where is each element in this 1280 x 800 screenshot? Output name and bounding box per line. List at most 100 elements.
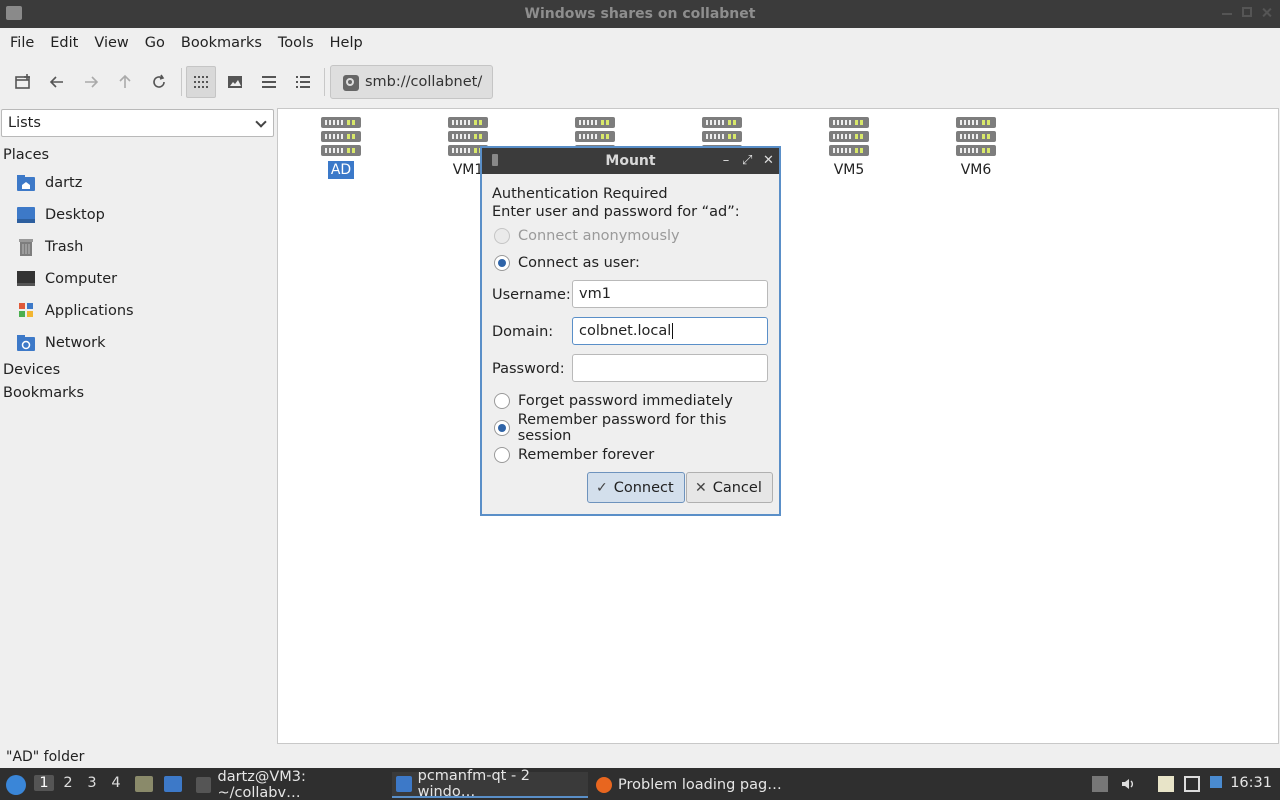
- sidebar-item-home[interactable]: dartz: [16, 169, 82, 197]
- menu-file[interactable]: File: [2, 35, 42, 51]
- desktop-icon: [16, 206, 36, 224]
- forget-password-radio[interactable]: Forget password immediately: [494, 391, 733, 411]
- close-icon: ✕: [695, 479, 707, 496]
- menu-tools[interactable]: Tools: [270, 35, 322, 51]
- window-title: Windows shares on collabnet: [524, 6, 756, 22]
- volume-icon[interactable]: [1120, 776, 1136, 792]
- clipboard-icon[interactable]: [1158, 776, 1174, 792]
- connect-anonymously-radio[interactable]: Connect anonymously: [494, 226, 680, 246]
- minimize-button[interactable]: [1222, 7, 1232, 15]
- workspace-1[interactable]: 1: [34, 775, 54, 791]
- file-manager-launcher-icon[interactable]: [135, 776, 153, 792]
- window-titlebar[interactable]: Windows shares on collabnet: [0, 0, 1280, 28]
- task-browser[interactable]: Problem loading pag…: [592, 772, 788, 798]
- sidebar-item-label: Desktop: [45, 207, 105, 223]
- places-header[interactable]: Places: [3, 147, 49, 163]
- password-label: Password:: [492, 361, 565, 377]
- dialog-minimize-button[interactable]: –: [721, 154, 731, 167]
- firefox-icon: [596, 777, 612, 793]
- auth-prompt: Enter user and password for “ad”:: [492, 204, 740, 220]
- start-menu-icon[interactable]: [6, 775, 26, 795]
- forward-arrow-icon[interactable]: [76, 66, 106, 98]
- connect-button[interactable]: ✓ Connect: [587, 472, 685, 503]
- sidebar-item-desktop[interactable]: Desktop: [16, 201, 105, 229]
- server-icon: [956, 117, 996, 157]
- icon-view-icon[interactable]: [186, 66, 216, 98]
- taskbar: 1 2 3 4 dartz@VM3: ~/collabv… pcmanfm-qt…: [0, 768, 1280, 800]
- network-icon[interactable]: [1184, 776, 1200, 792]
- clock[interactable]: 16:31: [1230, 775, 1272, 791]
- home-folder-icon: [16, 174, 36, 192]
- task-terminal[interactable]: dartz@VM3: ~/collabv…: [192, 769, 388, 800]
- radio-indicator: [494, 447, 510, 463]
- sidebar-item-label: Applications: [45, 303, 134, 319]
- thumbnail-view-icon[interactable]: [220, 66, 250, 98]
- workspace-4[interactable]: 4: [106, 775, 126, 791]
- remember-forever-radio[interactable]: Remember forever: [494, 445, 654, 465]
- radio-indicator: [494, 393, 510, 409]
- workspace-3[interactable]: 3: [82, 775, 102, 791]
- sidebar: Lists Places dartz Desktop Trash Compute…: [0, 107, 276, 747]
- share-item[interactable]: VM6: [936, 117, 1016, 179]
- sidebar-item-trash[interactable]: Trash: [16, 233, 83, 261]
- sidebar-item-applications[interactable]: Applications: [16, 297, 134, 325]
- sidebar-item-computer[interactable]: Computer: [16, 265, 117, 293]
- path-button[interactable]: smb://collabnet/: [330, 65, 494, 99]
- username-value: vm1: [579, 286, 611, 302]
- network-folder-icon: [16, 334, 36, 352]
- sidebar-item-label: Network: [45, 335, 106, 351]
- new-tab-icon[interactable]: [8, 66, 38, 98]
- menu-view[interactable]: View: [86, 35, 136, 51]
- sidebar-item-network[interactable]: Network: [16, 329, 106, 357]
- cancel-button[interactable]: ✕ Cancel: [686, 472, 773, 503]
- folder-icon: [396, 776, 412, 792]
- checkmark-icon: ✓: [596, 479, 608, 496]
- bookmarks-header[interactable]: Bookmarks: [3, 385, 84, 401]
- menubar: File Edit View Go Bookmarks Tools Help: [0, 28, 1280, 58]
- dialog-maximize-button[interactable]: ⤢: [742, 154, 752, 167]
- up-arrow-icon[interactable]: [110, 66, 140, 98]
- dialog-titlebar[interactable]: Mount – ⤢ ✕: [482, 148, 779, 174]
- menu-help[interactable]: Help: [322, 35, 371, 51]
- updates-icon[interactable]: [1092, 776, 1108, 792]
- maximize-button[interactable]: [1242, 7, 1252, 17]
- radio-label: Remember password for this session: [517, 412, 727, 444]
- applications-icon: [16, 302, 36, 320]
- notification-icon[interactable]: [1210, 776, 1222, 788]
- menu-go[interactable]: Go: [137, 35, 173, 51]
- show-desktop-icon[interactable]: [164, 776, 182, 792]
- menu-edit[interactable]: Edit: [42, 35, 86, 51]
- sidebar-mode-select[interactable]: Lists: [1, 109, 274, 137]
- domain-field[interactable]: colbnet.local: [572, 317, 768, 345]
- close-button[interactable]: [1262, 7, 1272, 17]
- radio-label: Connect as user:: [518, 255, 640, 271]
- connect-as-user-radio[interactable]: Connect as user:: [494, 253, 640, 273]
- compact-view-icon[interactable]: [254, 66, 284, 98]
- sidebar-item-label: dartz: [45, 175, 83, 191]
- devices-header[interactable]: Devices: [3, 362, 60, 378]
- share-item[interactable]: AD: [301, 117, 381, 179]
- workspace-2[interactable]: 2: [58, 775, 78, 791]
- task-file-manager[interactable]: pcmanfm-qt - 2 windo…: [392, 768, 588, 800]
- password-field[interactable]: [572, 354, 768, 382]
- detailed-list-view-icon[interactable]: [288, 66, 318, 98]
- username-label: Username:: [492, 287, 571, 303]
- network-share-icon: [343, 75, 359, 91]
- domain-value: colbnet.local: [579, 323, 672, 339]
- connect-label: Connect: [613, 479, 674, 496]
- toolbar: [0, 58, 1280, 106]
- mount-dialog: Mount – ⤢ ✕ Authentication Required Ente…: [480, 146, 781, 516]
- path-label: smb://collabnet/: [365, 74, 483, 90]
- sidebar-item-label: Computer: [45, 271, 118, 287]
- username-field[interactable]: vm1: [572, 280, 768, 308]
- share-item[interactable]: VM5: [809, 117, 889, 179]
- dialog-close-button[interactable]: ✕: [763, 154, 774, 167]
- remember-session-radio[interactable]: Remember password for this session: [494, 412, 779, 444]
- radio-label: Connect anonymously: [518, 228, 680, 244]
- menu-bookmarks[interactable]: Bookmarks: [173, 35, 270, 51]
- radio-indicator: [494, 420, 510, 436]
- back-arrow-icon[interactable]: [42, 66, 72, 98]
- reload-icon[interactable]: [144, 66, 174, 98]
- task-label: Problem loading pag…: [618, 777, 782, 793]
- cancel-label: Cancel: [712, 479, 762, 496]
